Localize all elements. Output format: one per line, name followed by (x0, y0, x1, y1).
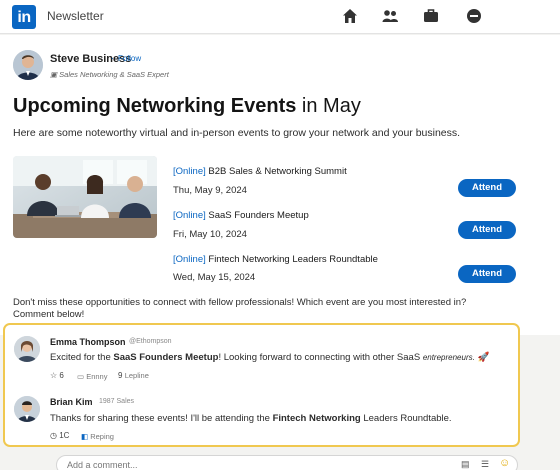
rocket-icon: 🚀 (477, 352, 490, 363)
emoji-icon[interactable]: ☺ (499, 457, 510, 469)
comment-text: Thanks for sharing these events! I'll be… (50, 413, 452, 424)
app-title: Newsletter (47, 9, 104, 23)
reply-icon: ◧ (81, 432, 89, 441)
star-icon: ☆ (50, 371, 58, 380)
list-icon[interactable]: ☰ (481, 459, 489, 470)
badge-icon: ▣ (50, 70, 60, 79)
comments-section: Emma Thompson @Ethompson Excited for the… (3, 323, 520, 447)
commenter-avatar[interactable] (14, 396, 40, 422)
network-icon[interactable] (381, 7, 399, 25)
comment-text: Excited for the SaaS Founders Meetup! Lo… (50, 352, 490, 363)
commenter-avatar[interactable] (14, 336, 40, 362)
clock-icon: ◷ (50, 431, 57, 440)
reply-icon: ▭ (77, 372, 85, 381)
reply-control[interactable]: ▭ Ennny (77, 372, 107, 381)
attend-button-3[interactable]: Attend (458, 265, 516, 283)
article-intro: Here are some noteworthy virtual and in-… (13, 127, 461, 139)
attend-button-2[interactable]: Attend (458, 221, 516, 239)
top-nav-bar: in Newsletter (0, 0, 560, 34)
linkedin-logo[interactable]: in (12, 5, 36, 29)
reply-control[interactable]: ◧ Reping (81, 432, 114, 441)
follow-link[interactable]: Follow (118, 54, 141, 63)
like-control[interactable]: ◷ 1C (50, 431, 69, 440)
commenter-name[interactable]: Emma Thompson (50, 337, 126, 347)
reply-count[interactable]: 9 Lepline (118, 371, 149, 380)
commenter-name[interactable]: Brian Kim (50, 397, 93, 407)
article-closing: Don't miss these opportunities to connec… (13, 297, 467, 320)
event-date-2: Fri, May 10, 2024 (173, 229, 247, 240)
author-subtitle: ▣ Sales Networking & SaaS Expert (50, 70, 169, 79)
author-avatar[interactable] (13, 50, 43, 80)
comment-placeholder: Add a comment... (67, 460, 138, 470)
meeting-photo (13, 156, 157, 238)
separator-dot: · (111, 53, 114, 63)
home-icon[interactable] (341, 7, 359, 25)
article-title: Upcoming Networking Events in May (13, 95, 361, 117)
commenter-handle: @Ethompson (129, 338, 172, 345)
like-control[interactable]: ☆ 6 (50, 371, 64, 380)
attend-button-1[interactable]: Attend (458, 179, 516, 197)
comment-input[interactable]: Add a comment... ▤ ☰ ☺ (56, 455, 518, 470)
event-title-1[interactable]: [Online] B2B Sales & Networking Summit (173, 166, 347, 177)
notifications-icon[interactable] (465, 7, 483, 25)
event-title-3[interactable]: [Online] Fintech Networking Leaders Roun… (173, 254, 378, 265)
commenter-handle: 1987 Sales (99, 398, 135, 405)
event-date-3: Wed, May 15, 2024 (173, 272, 256, 283)
event-date-1: Thu, May 9, 2024 (173, 185, 247, 196)
newsletter-article: Steve Business · Follow ▣ Sales Networki… (0, 35, 560, 335)
event-title-2[interactable]: [Online] SaaS Founders Meetup (173, 210, 309, 221)
image-icon[interactable]: ▤ (461, 459, 470, 470)
jobs-icon[interactable] (422, 7, 440, 25)
